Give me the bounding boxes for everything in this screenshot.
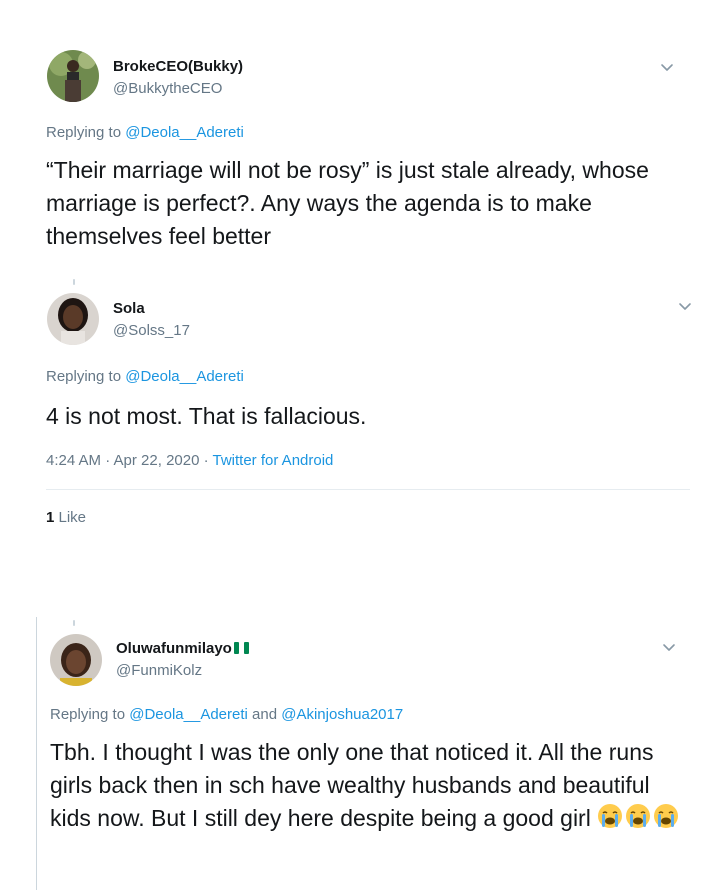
display-name[interactable]: Oluwafunmilayo [116, 640, 250, 657]
chevron-down-icon[interactable] [660, 638, 678, 656]
tweet-text-body: Tbh. I thought I was the only one that n… [50, 739, 654, 831]
loudly-crying-face-icon [654, 804, 679, 828]
replying-to: Replying to @Deola__Adereti and @Akinjos… [50, 706, 403, 723]
nigeria-flag-icon [233, 642, 249, 654]
avatar-photo [50, 634, 102, 686]
replying-connector: and [247, 706, 282, 723]
avatar[interactable] [50, 634, 102, 686]
display-name-text: Oluwafunmilayo [116, 640, 232, 657]
loudly-crying-face-icon [598, 804, 623, 828]
loudly-crying-face-icon [626, 804, 651, 828]
user-handle[interactable]: @FunmiKolz [116, 662, 202, 679]
replying-label: Replying to [50, 706, 126, 723]
mention-link[interactable]: @Deola__Adereti [129, 706, 248, 723]
tweet-text: Tbh. I thought I was the only one that n… [50, 736, 690, 835]
mention-link[interactable]: @Akinjoshua2017 [281, 706, 403, 723]
tweet-oluwafunmilayo: Oluwafunmilayo @FunmiKolz Replying to @D… [0, 0, 720, 890]
